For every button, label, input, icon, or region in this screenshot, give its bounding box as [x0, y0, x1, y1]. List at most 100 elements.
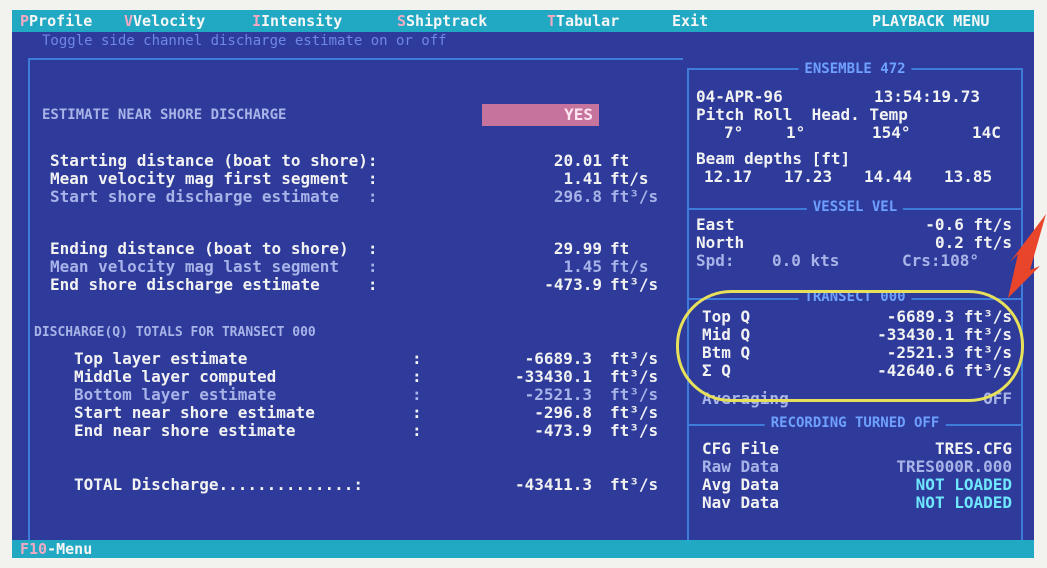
middle-layer-unit: ft³/s: [610, 367, 659, 386]
pitch-roll-header: Pitch Roll Head. Temp: [696, 105, 908, 124]
end-near-shore-colon: :: [412, 421, 422, 440]
middle-layer-value: -33430.1: [514, 367, 592, 386]
hotkey-s: S: [397, 12, 407, 30]
total-discharge-unit: ft³/s: [610, 475, 659, 494]
end-shore-discharge-value: -473.9: [544, 275, 602, 294]
end-distance-label: Ending distance (boat to shore) :: [50, 239, 378, 258]
start-near-shore-label: Start near shore estimate: [74, 403, 315, 422]
beam-depths-header: Beam depths [ft]: [696, 149, 851, 168]
ensemble-title: ENSEMBLE 472: [798, 61, 912, 77]
start-shore-discharge-value: 296.8: [553, 187, 602, 206]
vessel-vel-title: VESSEL VEL: [806, 199, 904, 215]
end-near-shore-value: -473.9: [534, 421, 592, 440]
heading-value: 154°: [872, 123, 911, 142]
menu-velocity-label: Velocity: [133, 12, 206, 30]
start-distance-label: Starting distance (boat to shore):: [50, 151, 378, 170]
menu-bar: PProfile VVelocity IIntensity SShiptrack…: [12, 10, 1034, 32]
bottom-layer-value: -2521.3: [524, 385, 592, 404]
first-segment-velocity-unit: ft/s: [610, 169, 649, 188]
totals-section-title: DISCHARGE(Q) TOTALS FOR TRANSECT 000: [34, 325, 316, 340]
menu-hotkey-hint[interactable]: F10-Menu: [20, 540, 92, 558]
menu-tabular-label: Tabular: [556, 12, 620, 30]
playback-screen: PProfile VVelocity IIntensity SShiptrack…: [12, 10, 1034, 558]
start-near-shore-unit: ft³/s: [610, 403, 659, 422]
pitch-value: 7°: [724, 123, 744, 142]
end-near-shore-label: End near shore estimate: [74, 421, 296, 440]
last-segment-velocity-label: Mean velocity mag last segment :: [50, 257, 378, 276]
end-shore-discharge-label: End shore discharge estimate :: [50, 275, 378, 294]
total-discharge-label: TOTAL Discharge..............:: [74, 475, 363, 494]
hotkey-v: V: [124, 12, 134, 30]
speed-label: Spd:: [696, 251, 735, 270]
east-label: East: [696, 215, 735, 234]
middle-layer-colon: :: [412, 367, 422, 386]
total-discharge-value: -43411.3: [514, 475, 592, 494]
playback-menu-title: PLAYBACK MENU: [872, 12, 990, 30]
start-shore-discharge-unit: ft³/s: [610, 187, 659, 206]
top-layer-label: Top layer estimate: [74, 349, 248, 368]
menu-tabular[interactable]: TTabular: [547, 12, 619, 30]
estimate-near-shore-label: ESTIMATE NEAR SHORE DISCHARGE: [42, 107, 287, 123]
menu-shiptrack-label: Shiptrack: [406, 12, 488, 30]
bottom-layer-label: Bottom layer estimate: [74, 385, 277, 404]
end-shore-discharge-unit: ft³/s: [610, 275, 659, 294]
menu-velocity[interactable]: VVelocity: [124, 12, 205, 30]
recording-title: RECORDING TURNED OFF: [764, 415, 946, 431]
top-layer-colon: :: [412, 349, 422, 368]
nav-data-value: NOT LOADED: [915, 493, 1012, 512]
estimate-toggle[interactable]: YES: [482, 104, 599, 126]
nav-data-label: Nav Data: [702, 493, 780, 512]
ensemble-time: 13:54:19.73: [874, 87, 980, 106]
beam-depth-4: 13.85: [944, 167, 993, 186]
menu-profile-label: Profile: [29, 12, 93, 30]
north-label: North: [696, 233, 745, 252]
start-near-shore-colon: :: [412, 403, 422, 422]
discharge-panel-frame: [28, 58, 683, 542]
f10-key-label: F10: [20, 540, 48, 558]
speed-value: 0.0 kts: [772, 251, 840, 270]
hotkey-p: P: [20, 12, 30, 30]
beam-depth-2: 17.23: [784, 167, 833, 186]
menu-exit-label: Exit: [672, 12, 709, 30]
end-distance-unit: ft: [610, 239, 630, 258]
highlight-ring: [676, 290, 1024, 402]
bottom-layer-colon: :: [412, 385, 422, 404]
menu-shiptrack[interactable]: SShiptrack: [397, 12, 487, 30]
middle-layer-label: Middle layer computed: [74, 367, 277, 386]
menu-profile[interactable]: PProfile: [20, 12, 92, 30]
north-value: 0.2 ft/s: [934, 233, 1012, 252]
raw-data-label: Raw Data: [702, 457, 780, 476]
roll-value: 1°: [786, 123, 806, 142]
last-segment-velocity-value: 1.45: [563, 257, 602, 276]
menu-hint-label: -Menu: [47, 540, 93, 558]
beam-depth-1: 12.17: [704, 167, 753, 186]
status-bar: F10-Menu: [12, 540, 1034, 558]
hotkey-i: I: [252, 12, 262, 30]
cfg-file-label: CFG File: [702, 439, 780, 458]
end-near-shore-unit: ft³/s: [610, 421, 659, 440]
menu-intensity-label: Intensity: [261, 12, 343, 30]
end-distance-value: 29.99: [553, 239, 602, 258]
hotkey-t: T: [547, 12, 557, 30]
ensemble-date: 04-APR-96: [696, 87, 783, 106]
top-layer-unit: ft³/s: [610, 349, 659, 368]
start-distance-value: 20.01: [553, 151, 602, 170]
last-segment-velocity-unit: ft/s: [610, 257, 649, 276]
avg-data-label: Avg Data: [702, 475, 780, 494]
start-distance-unit: ft: [610, 151, 630, 170]
course-value: Crs:108°: [902, 251, 980, 270]
help-hint: Toggle side channel discharge estimate o…: [42, 33, 447, 49]
start-near-shore-value: -296.8: [534, 403, 592, 422]
bottom-layer-unit: ft³/s: [610, 385, 659, 404]
first-segment-velocity-label: Mean velocity mag first segment :: [50, 169, 378, 188]
menu-exit[interactable]: Exit: [672, 12, 708, 30]
menu-intensity[interactable]: IIntensity: [252, 12, 342, 30]
avg-data-value: NOT LOADED: [915, 475, 1012, 494]
temperature-value: 14C: [972, 123, 1001, 142]
beam-depth-3: 14.44: [864, 167, 913, 186]
east-value: -0.6 ft/s: [925, 215, 1012, 234]
annotation-arrow-icon: [1008, 214, 1046, 298]
first-segment-velocity-value: 1.41: [563, 169, 602, 188]
top-layer-value: -6689.3: [524, 349, 592, 368]
raw-data-value: TRES000R.000: [896, 457, 1012, 476]
